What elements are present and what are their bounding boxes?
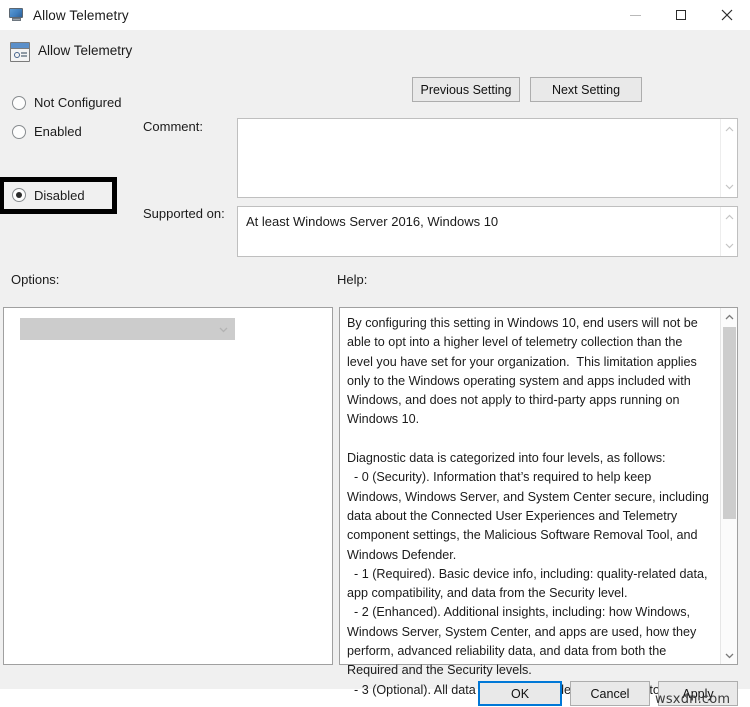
- comment-scrollbar[interactable]: [720, 119, 737, 197]
- radio-not-configured-label: Not Configured: [34, 95, 122, 110]
- dialog-header: Allow Telemetry: [0, 30, 750, 80]
- radio-not-configured[interactable]: Not Configured: [0, 88, 235, 117]
- policy-setting-dialog: Allow Telemetry Previous Setting Next Se…: [0, 30, 750, 707]
- radio-not-configured-indicator: [12, 95, 26, 110]
- setting-name: Allow Telemetry: [38, 43, 133, 58]
- comment-label: Comment:: [143, 119, 203, 134]
- radio-enabled-label: Enabled: [34, 124, 82, 139]
- maximize-icon: [676, 10, 686, 20]
- help-scrollbar-thumb[interactable]: [723, 327, 736, 519]
- site-watermark: wsxdn.com: [655, 692, 731, 707]
- close-button[interactable]: [704, 0, 750, 30]
- radio-disabled[interactable]: Disabled: [0, 177, 117, 213]
- options-panel: [3, 307, 333, 665]
- minimize-button[interactable]: [612, 0, 658, 30]
- cancel-button[interactable]: Cancel: [570, 681, 650, 706]
- help-scroll-down-icon[interactable]: [721, 647, 737, 664]
- ok-button[interactable]: OK: [478, 681, 562, 706]
- radio-enabled-indicator: [12, 124, 26, 139]
- help-scroll-up-icon[interactable]: [721, 308, 737, 325]
- options-label: Options:: [11, 272, 60, 287]
- previous-setting-button[interactable]: Previous Setting: [412, 77, 520, 102]
- state-radio-group: Not Configured Enabled: [0, 88, 235, 146]
- chevron-down-icon: [219, 326, 228, 335]
- supported-on-scrollbar[interactable]: [720, 207, 737, 256]
- minimize-icon: [629, 14, 641, 16]
- radio-disabled-label: Disabled: [34, 187, 85, 203]
- supported-scroll-down-icon[interactable]: [721, 238, 737, 254]
- help-panel: By configuring this setting in Windows 1…: [339, 307, 738, 697]
- supported-scroll-up-icon[interactable]: [721, 209, 737, 225]
- comment-field[interactable]: [237, 118, 738, 198]
- radio-disabled-indicator: [12, 188, 26, 202]
- help-label: Help:: [337, 272, 368, 287]
- close-icon: [721, 9, 733, 21]
- window-title: Allow Telemetry: [33, 7, 129, 23]
- telemetry-level-dropdown: [20, 318, 235, 340]
- window-controls: [612, 0, 750, 30]
- monitor-icon: [9, 7, 25, 23]
- next-setting-button[interactable]: Next Setting: [530, 77, 642, 102]
- maximize-button[interactable]: [658, 0, 704, 30]
- help-text: By configuring this setting in Windows 1…: [347, 316, 709, 697]
- comment-scroll-down-icon[interactable]: [721, 179, 737, 195]
- policy-setting-icon: [10, 42, 30, 62]
- help-scrollbar[interactable]: [720, 308, 737, 664]
- comment-scroll-up-icon[interactable]: [721, 121, 737, 137]
- supported-on-field: At least Windows Server 2016, Windows 10: [237, 206, 738, 257]
- supported-on-value: At least Windows Server 2016, Windows 10: [246, 214, 499, 229]
- supported-on-label: Supported on:: [143, 206, 225, 221]
- window-titlebar: Allow Telemetry: [0, 0, 750, 30]
